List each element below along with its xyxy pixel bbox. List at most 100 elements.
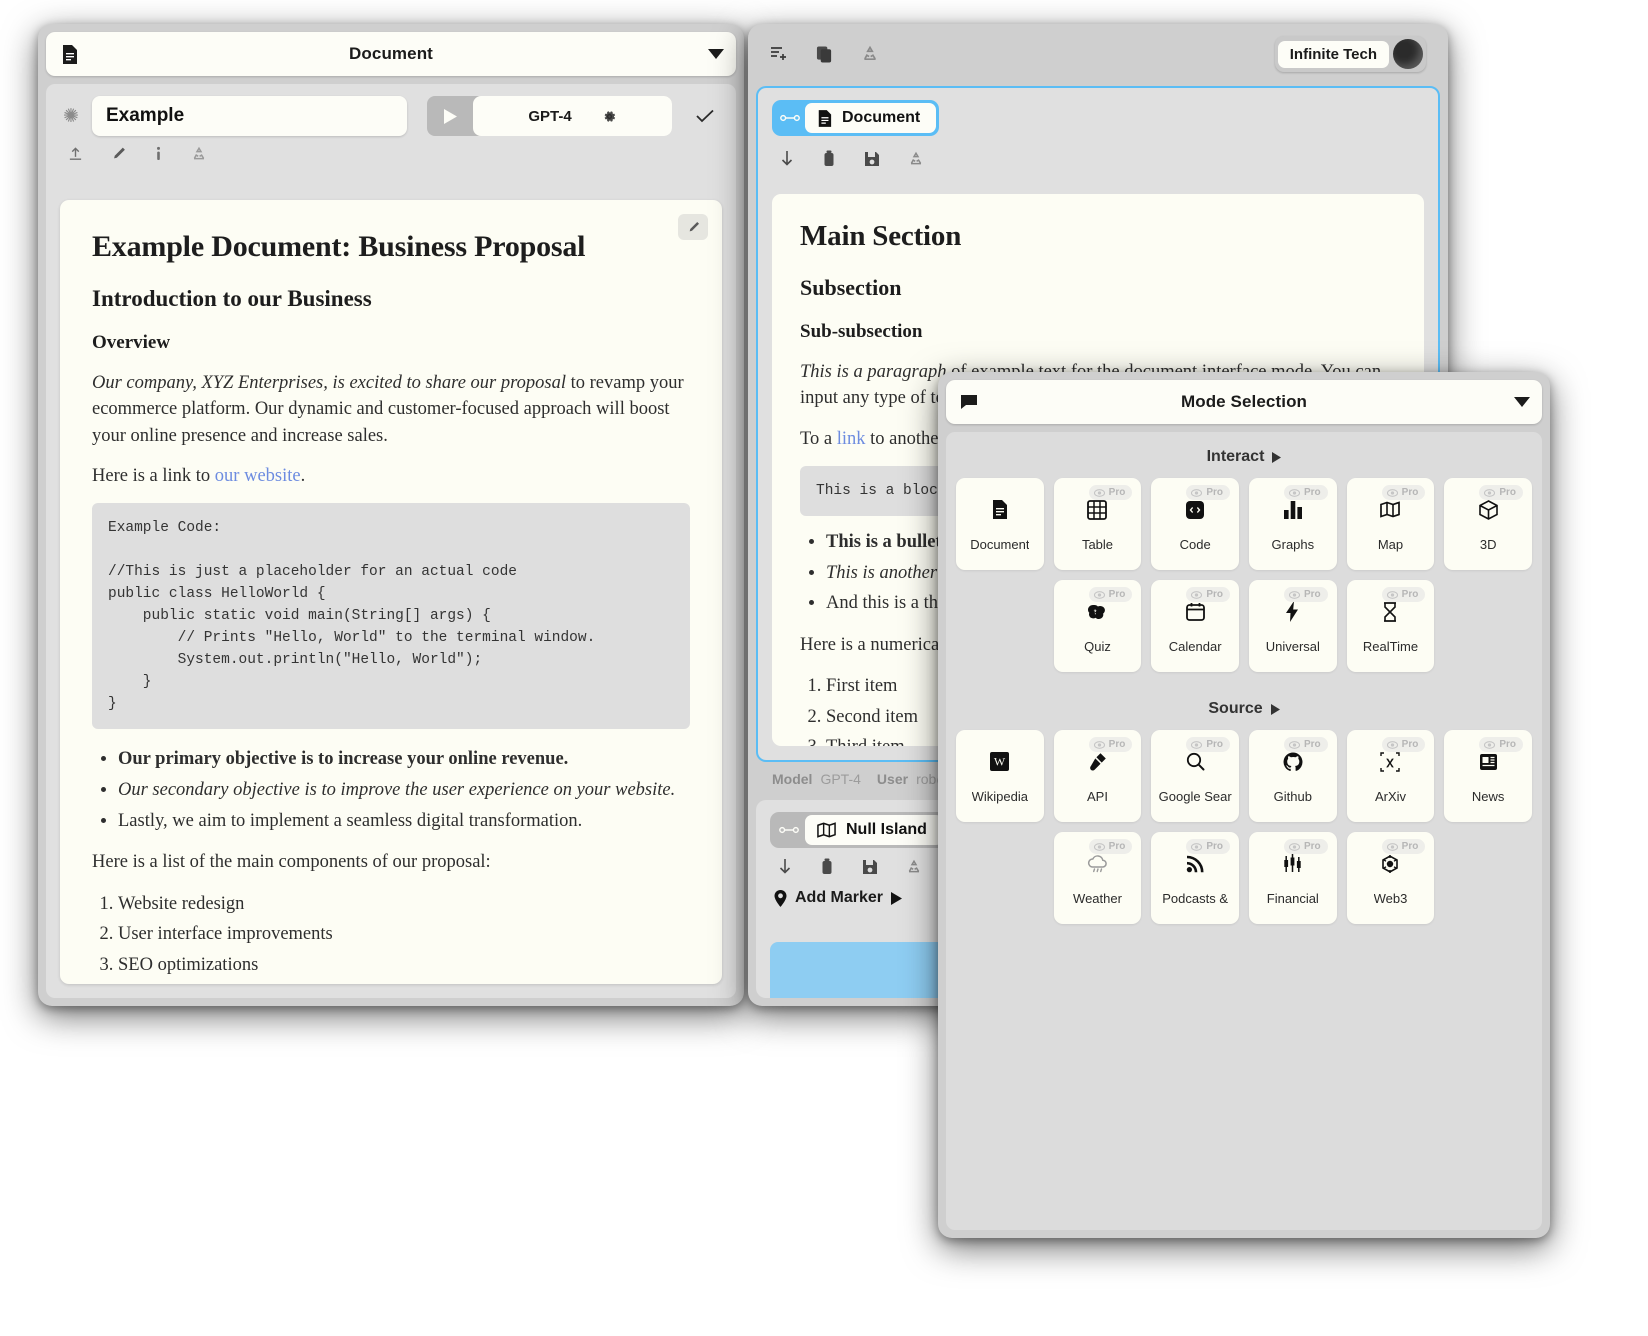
add-marker-label: Add Marker xyxy=(795,889,884,906)
document-name-input[interactable]: Example xyxy=(92,96,407,136)
pro-label: Pro xyxy=(1303,589,1321,600)
recycle-icon[interactable] xyxy=(861,45,879,63)
section-header-source[interactable]: Source xyxy=(946,672,1542,730)
pro-badge: Pro xyxy=(1088,737,1133,752)
confirm-check-icon[interactable] xyxy=(688,96,722,136)
mode-card-financial[interactable]: Pro Financial xyxy=(1248,832,1337,924)
mode-card-document[interactable]: Document xyxy=(956,478,1044,570)
mode-card-wikipedia[interactable]: W Wikipedia xyxy=(956,730,1044,822)
upload-icon[interactable] xyxy=(68,146,83,162)
save-icon[interactable] xyxy=(864,151,880,167)
mode-card-calendar[interactable]: Pro Calendar xyxy=(1151,580,1239,672)
trash-icon[interactable] xyxy=(822,150,836,167)
mode-card-web3[interactable]: Pro Web3 xyxy=(1346,832,1435,924)
pro-badge: Pro xyxy=(1283,587,1328,602)
cloud-rain-icon xyxy=(1087,851,1108,877)
mode-card-3d[interactable]: Pro 3D xyxy=(1444,478,1532,570)
mode-card-label: Weather xyxy=(1073,890,1122,906)
mode-card-code[interactable]: Pro Code xyxy=(1151,478,1239,570)
right-action-icons xyxy=(758,136,1438,179)
eye-icon xyxy=(1093,740,1105,749)
doc-link-prefix: Here is a link to xyxy=(92,465,215,486)
info-icon[interactable] xyxy=(154,146,163,162)
play-arrow-icon[interactable] xyxy=(1270,703,1280,715)
status-model-value: GPT-4 xyxy=(820,771,861,787)
copy-icon[interactable] xyxy=(816,45,833,63)
chevron-down-icon[interactable] xyxy=(1514,397,1530,407)
bar-chart-icon xyxy=(1283,497,1303,523)
section-label: Interact xyxy=(1206,448,1265,465)
mode-card-news[interactable]: Pro News xyxy=(1444,730,1532,822)
save-icon[interactable] xyxy=(862,859,878,875)
doc-heading-3: Overview xyxy=(92,332,171,353)
play-icon[interactable] xyxy=(427,96,473,136)
mode-card-label: Quiz xyxy=(1084,638,1111,654)
brain-icon xyxy=(1087,599,1108,625)
left-document-content: Example Document: Business Proposal Intr… xyxy=(60,200,722,984)
play-arrow-icon[interactable] xyxy=(1272,451,1282,463)
recycle-icon[interactable] xyxy=(191,146,207,162)
pro-badge: Pro xyxy=(1088,839,1133,854)
section-header-interact[interactable]: Interact xyxy=(946,432,1542,478)
list-item: Our secondary objective is to improve th… xyxy=(118,776,690,805)
mode-card-podcasts[interactable]: Pro Podcasts & xyxy=(1151,832,1239,924)
eye-icon xyxy=(1288,842,1300,851)
left-window-body: ✺ Example GPT-4 Example Document: Busine… xyxy=(46,84,736,998)
mode-card-weather[interactable]: Pro Weather xyxy=(1053,832,1142,924)
mode-card-table[interactable]: Pro Table xyxy=(1053,478,1142,570)
eye-icon xyxy=(1093,488,1105,497)
gear-icon[interactable] xyxy=(602,109,617,124)
pro-label: Pro xyxy=(1206,589,1223,600)
pro-label: Pro xyxy=(1303,487,1321,498)
pro-label: Pro xyxy=(1206,739,1223,750)
mode-card-label: 3D xyxy=(1479,536,1497,552)
mode-card-quiz[interactable]: Pro Quiz xyxy=(1053,580,1142,672)
pro-badge: Pro xyxy=(1283,485,1328,500)
app-stage: Document ✺ Example GPT-4 Example Documen… xyxy=(0,0,1648,1336)
mode-card-google-search[interactable]: Pro Google Sear xyxy=(1151,730,1239,822)
mode-card-api[interactable]: Pro API xyxy=(1053,730,1142,822)
model-select[interactable]: GPT-4 xyxy=(473,96,672,136)
mode-card-map[interactable]: Pro Map xyxy=(1346,478,1435,570)
link-icon[interactable] xyxy=(775,113,805,123)
bolt-icon xyxy=(1286,599,1299,625)
brand-chip[interactable]: Infinite Tech xyxy=(1274,36,1426,72)
list-item: SEO optimizations xyxy=(118,951,690,980)
pro-label: Pro xyxy=(1206,841,1223,852)
mode-card-github[interactable]: Pro Github xyxy=(1248,730,1337,822)
recycle-icon[interactable] xyxy=(908,151,924,167)
doc-link-suffix: . xyxy=(300,465,306,486)
pro-label: Pro xyxy=(1108,739,1126,750)
pro-label: Pro xyxy=(1108,589,1126,600)
doc-paragraph-1: Our company, XYZ Enterprises, is excited… xyxy=(92,370,690,449)
link-icon[interactable] xyxy=(773,825,805,835)
chevron-down-icon[interactable] xyxy=(708,49,724,59)
pro-label: Pro xyxy=(1499,739,1516,750)
avatar[interactable] xyxy=(1393,39,1423,69)
pencil-icon[interactable] xyxy=(111,146,126,162)
mode-card-label: Universal xyxy=(1265,638,1320,654)
mode-card-universal[interactable]: Pro Universal xyxy=(1248,580,1337,672)
model-label: GPT-4 xyxy=(528,107,572,125)
our-website-link[interactable]: our website xyxy=(215,466,301,486)
mode-card-arxiv[interactable]: Pro ArXiv xyxy=(1346,730,1435,822)
eye-icon xyxy=(1093,590,1105,599)
website-link[interactable]: link xyxy=(837,429,866,449)
mode-card-graphs[interactable]: Pro Graphs xyxy=(1248,478,1337,570)
download-icon[interactable] xyxy=(778,858,792,875)
mode-card-realtime[interactable]: Pro RealTime xyxy=(1346,580,1435,672)
eye-icon xyxy=(1288,488,1300,497)
pro-label: Pro xyxy=(1206,487,1223,498)
pro-label: Pro xyxy=(1303,739,1321,750)
recycle-icon[interactable] xyxy=(906,859,922,875)
download-icon[interactable] xyxy=(780,150,794,167)
tab-null-island[interactable]: Null Island xyxy=(770,812,946,848)
mode-card-label: Calendar xyxy=(1168,638,1222,654)
document-edit-button[interactable] xyxy=(678,214,708,240)
add-row-icon[interactable] xyxy=(770,45,788,63)
play-arrow-icon[interactable] xyxy=(891,891,903,905)
mode-selection-window: Mode Selection Interact Document Pro Tab… xyxy=(938,372,1550,1238)
trash-icon[interactable] xyxy=(820,858,834,875)
tab-document[interactable]: Document xyxy=(772,100,940,136)
eye-icon xyxy=(1191,590,1203,599)
